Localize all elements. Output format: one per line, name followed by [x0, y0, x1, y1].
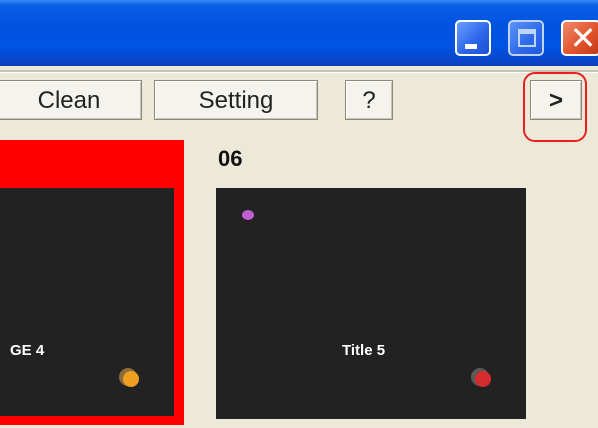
- clean-button[interactable]: Clean: [0, 80, 142, 120]
- user-badge-icon: [123, 371, 139, 387]
- maximize-button[interactable]: [508, 20, 544, 56]
- status-badge-icon: [242, 210, 254, 220]
- minimize-button[interactable]: [455, 20, 491, 56]
- maximize-icon: [518, 29, 536, 47]
- user-badge-icon: [475, 371, 491, 387]
- close-icon: ✕: [569, 19, 597, 57]
- tile-number: 06: [218, 146, 243, 171]
- tile-title: Title 5: [342, 342, 386, 359]
- toolbar-divider: [0, 70, 598, 73]
- setting-button[interactable]: Setting: [154, 80, 318, 120]
- video-tile[interactable]: Title 5: [216, 188, 526, 419]
- close-button[interactable]: ✕: [561, 20, 598, 56]
- video-tile[interactable]: GE 4: [0, 188, 174, 416]
- tile-title: GE 4: [10, 342, 45, 359]
- window-titlebar[interactable]: ✕: [0, 0, 598, 66]
- help-button[interactable]: ?: [345, 80, 393, 120]
- next-button-highlight-circle: [523, 72, 587, 142]
- minimize-icon: [465, 44, 477, 49]
